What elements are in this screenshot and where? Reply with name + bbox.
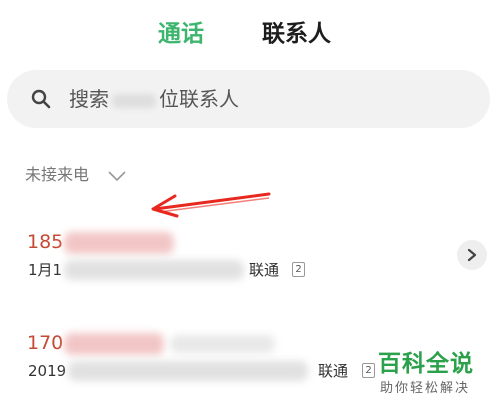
site-watermark: 百科全说 助你轻松解决 <box>376 349 496 405</box>
tab-bar: 通话 联系人 <box>0 14 500 54</box>
tab-contacts[interactable]: 联系人 <box>262 14 331 54</box>
watermark-subtitle: 助你轻松解决 <box>380 381 471 396</box>
redacted-number <box>64 333 164 355</box>
search-placeholder-suffix: 位联系人 <box>159 87 239 111</box>
sim-badge: 2 <box>362 363 375 378</box>
call-log-item[interactable]: 185 1月1 联通 2 <box>0 226 500 306</box>
search-bar[interactable]: 搜索 位联系人 <box>7 70 490 128</box>
chevron-down-icon <box>108 170 126 181</box>
red-arrow-annotation <box>151 192 271 218</box>
carrier-label: 联通 <box>318 362 349 380</box>
search-placeholder-prefix: 搜索 <box>69 87 109 111</box>
redacted-number <box>64 232 174 254</box>
search-placeholder: 搜索 位联系人 <box>69 70 239 128</box>
sim-badge: 2 <box>292 262 305 277</box>
tab-calls[interactable]: 通话 <box>158 14 204 54</box>
missed-calls-filter[interactable]: 未接来电 <box>25 162 126 188</box>
redacted-details <box>68 361 308 381</box>
redacted-count <box>112 93 156 108</box>
redacted-location <box>170 335 275 353</box>
redacted-details <box>64 260 244 280</box>
caller-number: 170 <box>27 332 64 354</box>
call-date: 2019 <box>28 362 67 380</box>
search-icon <box>31 89 51 109</box>
filter-label: 未接来电 <box>25 165 90 184</box>
caller-number: 185 <box>27 231 64 253</box>
call-detail-button[interactable] <box>457 240 487 270</box>
watermark-title: 百科全说 <box>378 351 474 377</box>
chevron-right-icon <box>467 248 477 262</box>
call-date: 1月1 <box>28 261 63 279</box>
carrier-label: 联通 <box>249 261 280 279</box>
